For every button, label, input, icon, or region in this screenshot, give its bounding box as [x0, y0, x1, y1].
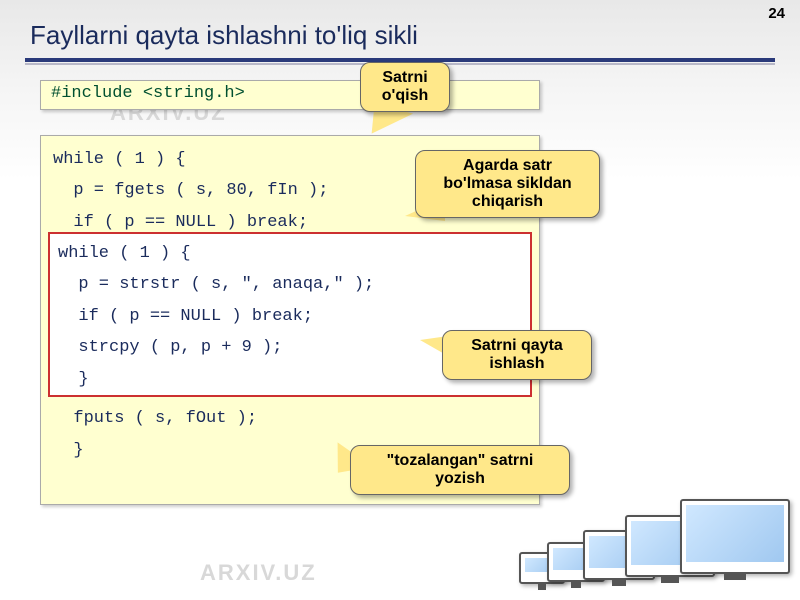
code-line: p = strstr ( s, ", anaqa," );	[58, 269, 522, 300]
code-line: #include <string.h>	[51, 84, 245, 103]
callout-read-line: Satrni o'qish	[360, 62, 450, 112]
code-line: fputs ( s, fOut );	[53, 403, 527, 434]
callout-write-cleaned: "tozalangan" satrni yozish	[350, 445, 570, 495]
monitor-icon	[680, 499, 790, 574]
page-number: 24	[768, 5, 785, 22]
code-line: if ( p == NULL ) break;	[58, 301, 522, 332]
watermark: ARXIV.UZ	[200, 560, 317, 586]
slide-title: Fayllarni qayta ishlashni to'liq sikli	[30, 20, 418, 51]
include-code-box: #include <string.h>	[40, 80, 540, 110]
callout-process-line: Satrni qayta ishlash	[442, 330, 592, 380]
code-line: while ( 1 ) {	[58, 238, 522, 269]
callout-break-loop: Agarda satr bo'lmasa sikldan chiqarish	[415, 150, 600, 218]
